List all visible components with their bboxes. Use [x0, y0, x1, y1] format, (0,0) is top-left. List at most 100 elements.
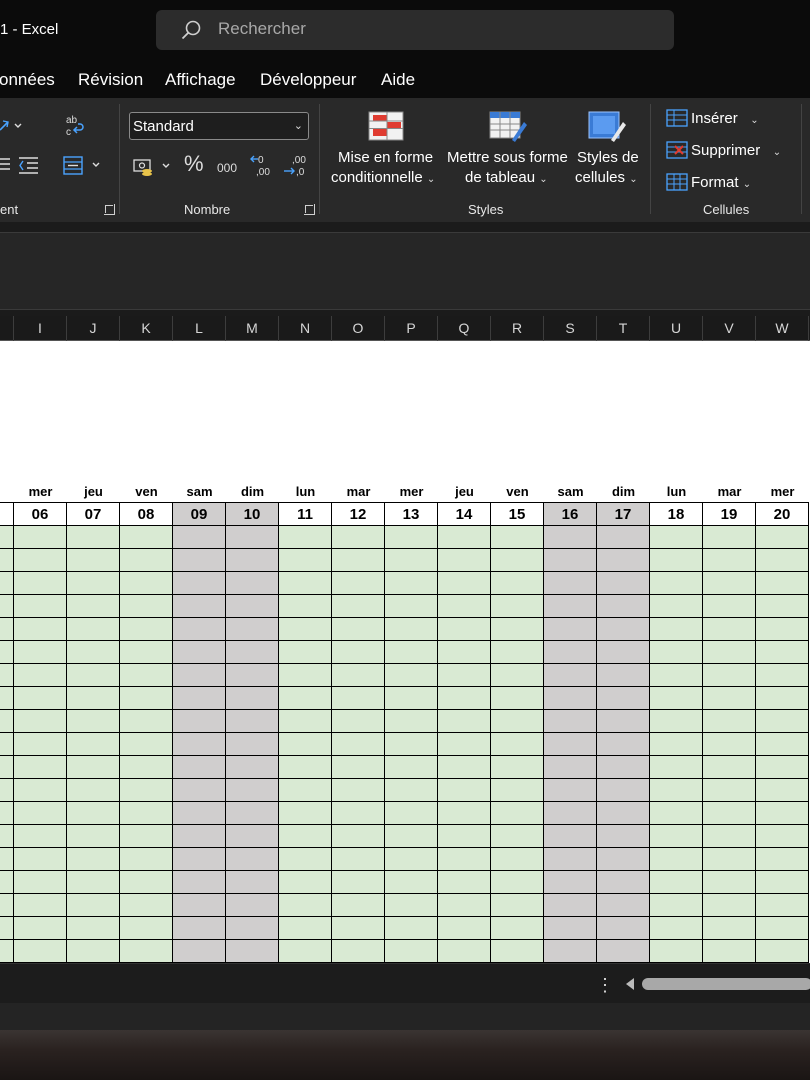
grid-cell[interactable] [279, 848, 332, 871]
grid-cell[interactable] [491, 664, 544, 687]
grid-cell-weekend[interactable] [173, 664, 226, 687]
grid-cell[interactable] [332, 756, 385, 779]
grid-cell-weekend[interactable] [544, 894, 597, 917]
grid-cell-weekend[interactable] [544, 825, 597, 848]
cell-styles-icon[interactable] [587, 110, 627, 144]
column-header-v[interactable]: V [703, 316, 756, 341]
grid-cell[interactable] [279, 710, 332, 733]
day-number[interactable]: 20 [755, 502, 809, 526]
grid-cell[interactable] [650, 572, 703, 595]
grid-cell[interactable] [120, 733, 173, 756]
grid-cell[interactable] [0, 641, 14, 664]
grid-cell[interactable] [491, 733, 544, 756]
grid-cell-weekend[interactable] [226, 756, 279, 779]
grid-cell[interactable] [438, 756, 491, 779]
grid-cell[interactable] [756, 894, 809, 917]
grid-cell[interactable] [385, 595, 438, 618]
grid-cell[interactable] [14, 710, 67, 733]
grid-cell[interactable] [67, 917, 120, 940]
grid-cell[interactable] [279, 641, 332, 664]
grid-cell[interactable] [120, 871, 173, 894]
grid-cell[interactable] [332, 871, 385, 894]
grid-cell[interactable] [703, 710, 756, 733]
grid-cell-weekend[interactable] [544, 871, 597, 894]
merge-center-icon[interactable] [62, 155, 104, 177]
grid-cell[interactable] [14, 756, 67, 779]
grid-cell[interactable] [120, 618, 173, 641]
grid-cell[interactable] [279, 664, 332, 687]
grid-cell[interactable] [385, 917, 438, 940]
increase-decimal-icon[interactable]: 0 ,00 [250, 153, 276, 179]
grid-cell[interactable] [438, 618, 491, 641]
grid-cell-weekend[interactable] [173, 618, 226, 641]
grid-cell[interactable] [279, 595, 332, 618]
grid-cell[interactable] [14, 802, 67, 825]
grid-cell[interactable] [385, 664, 438, 687]
grid-cell[interactable] [0, 894, 14, 917]
grid-cell[interactable] [332, 917, 385, 940]
grid-cell[interactable] [491, 940, 544, 963]
grid-cell[interactable] [67, 802, 120, 825]
grid-cell[interactable] [120, 940, 173, 963]
decrease-decimal-icon[interactable]: ,00 ,0 [282, 153, 308, 179]
grid-cell[interactable] [120, 526, 173, 549]
column-header-partial[interactable] [0, 316, 14, 341]
grid-cell[interactable] [279, 940, 332, 963]
grid-cell[interactable] [120, 549, 173, 572]
grid-cell[interactable] [650, 664, 703, 687]
grid-cell[interactable] [332, 549, 385, 572]
grid-cell[interactable] [385, 687, 438, 710]
day-number-partial[interactable] [0, 502, 14, 526]
format-as-table-button[interactable]: Mettre sous forme [447, 148, 568, 168]
grid-cell[interactable] [0, 618, 14, 641]
grid-cell-weekend[interactable] [173, 572, 226, 595]
grid-cell[interactable] [120, 664, 173, 687]
grid-cell[interactable] [703, 641, 756, 664]
alignment-launcher-icon[interactable] [104, 204, 115, 215]
grid-cell[interactable] [0, 710, 14, 733]
conditional-formatting-button-line2[interactable]: conditionnelle ⌄ [331, 168, 435, 190]
grid-cell[interactable] [650, 618, 703, 641]
grid-cell-weekend[interactable] [544, 618, 597, 641]
grid-cell[interactable] [703, 825, 756, 848]
grid-cell[interactable] [0, 940, 14, 963]
grid-cell[interactable] [120, 710, 173, 733]
grid-cell[interactable] [438, 779, 491, 802]
grid-cell[interactable] [0, 917, 14, 940]
grid-cell[interactable] [14, 779, 67, 802]
grid-cell[interactable] [67, 687, 120, 710]
grid-cell-weekend[interactable] [226, 549, 279, 572]
grid-cell[interactable] [332, 710, 385, 733]
grid-cell-weekend[interactable] [173, 733, 226, 756]
grid-cell[interactable] [14, 733, 67, 756]
grid-cell[interactable] [67, 894, 120, 917]
grid-cell[interactable] [756, 940, 809, 963]
day-number[interactable]: 06 [13, 502, 67, 526]
grid-cell-weekend[interactable] [597, 687, 650, 710]
grid-cell[interactable] [438, 595, 491, 618]
grid-cell[interactable] [14, 549, 67, 572]
grid-cell-weekend[interactable] [226, 710, 279, 733]
grid-cell[interactable] [650, 802, 703, 825]
grid-cell-weekend[interactable] [544, 848, 597, 871]
day-number[interactable]: 18 [649, 502, 703, 526]
grid-cell[interactable] [703, 871, 756, 894]
grid-cell-weekend[interactable] [544, 802, 597, 825]
grid-cell[interactable] [67, 779, 120, 802]
column-header-o[interactable]: O [332, 316, 385, 341]
grid-cell-weekend[interactable] [226, 848, 279, 871]
grid-cell[interactable] [385, 756, 438, 779]
scroll-left-icon[interactable] [626, 978, 634, 990]
grid-cell-weekend[interactable] [226, 664, 279, 687]
day-number[interactable]: 08 [119, 502, 173, 526]
grid-cell[interactable] [385, 825, 438, 848]
grid-cell[interactable] [14, 618, 67, 641]
grid-cell-weekend[interactable] [173, 687, 226, 710]
grid-cell[interactable] [332, 618, 385, 641]
grid-cell[interactable] [438, 894, 491, 917]
grid-cell-weekend[interactable] [226, 618, 279, 641]
scrollbar-thumb[interactable] [642, 978, 810, 990]
grid-cell[interactable] [491, 779, 544, 802]
grid-cell-weekend[interactable] [173, 848, 226, 871]
grid-cell[interactable] [491, 710, 544, 733]
